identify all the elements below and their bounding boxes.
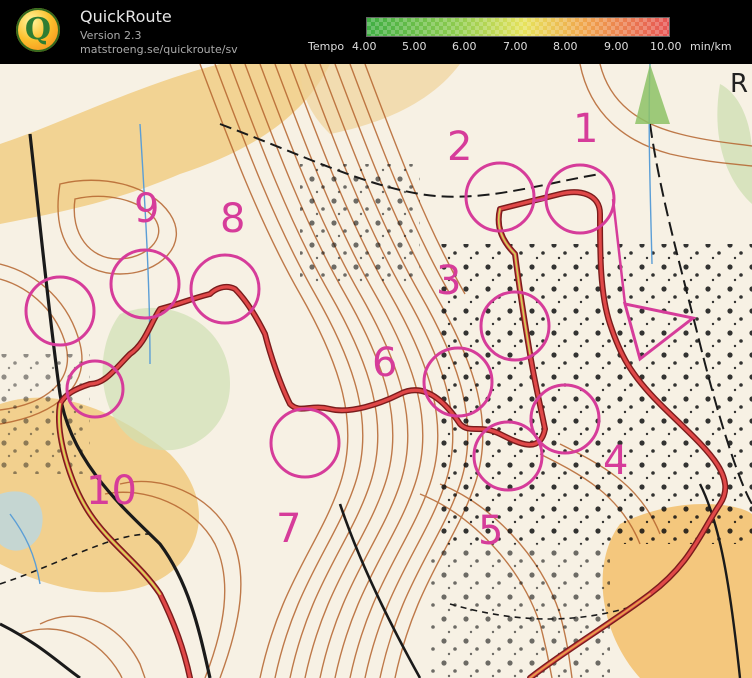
control-number-4: 4 (603, 438, 628, 484)
tempo-label: Tempo (308, 40, 345, 53)
control-number-10: 10 (86, 468, 137, 514)
control-number-3: 3 (436, 258, 461, 304)
map-edge-letter: R (730, 69, 748, 99)
app-header: Q QuickRoute Version 2.3 matstroeng.se/q… (0, 0, 752, 64)
control-number-7: 7 (276, 506, 301, 552)
quickroute-window: Q QuickRoute Version 2.3 matstroeng.se/q… (0, 0, 752, 678)
tempo-tick-3: 7.00 (503, 40, 528, 53)
control-number-9: 9 (134, 186, 159, 232)
tempo-unit: min/km (690, 40, 732, 53)
quickroute-logo-icon: Q (16, 8, 60, 52)
tempo-tick-2: 6.00 (452, 40, 477, 53)
logo-letter: Q (24, 12, 52, 47)
control-number-5: 5 (478, 508, 503, 554)
app-url[interactable]: matstroeng.se/quickroute/sv (80, 43, 238, 56)
control-number-8: 8 (220, 196, 245, 242)
tempo-tick-0: 4.00 (352, 40, 377, 53)
tempo-tick-6: 10.00 (650, 40, 682, 53)
tempo-color-scale (366, 17, 670, 37)
app-title: QuickRoute (80, 7, 172, 26)
control-number-1: 1 (573, 106, 598, 152)
app-version: Version 2.3 (80, 29, 142, 42)
orienteering-map[interactable]: 1 2 3 4 5 6 7 8 9 10 R (0, 64, 752, 678)
tempo-tick-4: 8.00 (553, 40, 578, 53)
tempo-tick-1: 5.00 (402, 40, 427, 53)
control-number-2: 2 (447, 124, 472, 170)
control-number-6: 6 (372, 340, 397, 386)
tempo-tick-5: 9.00 (604, 40, 629, 53)
